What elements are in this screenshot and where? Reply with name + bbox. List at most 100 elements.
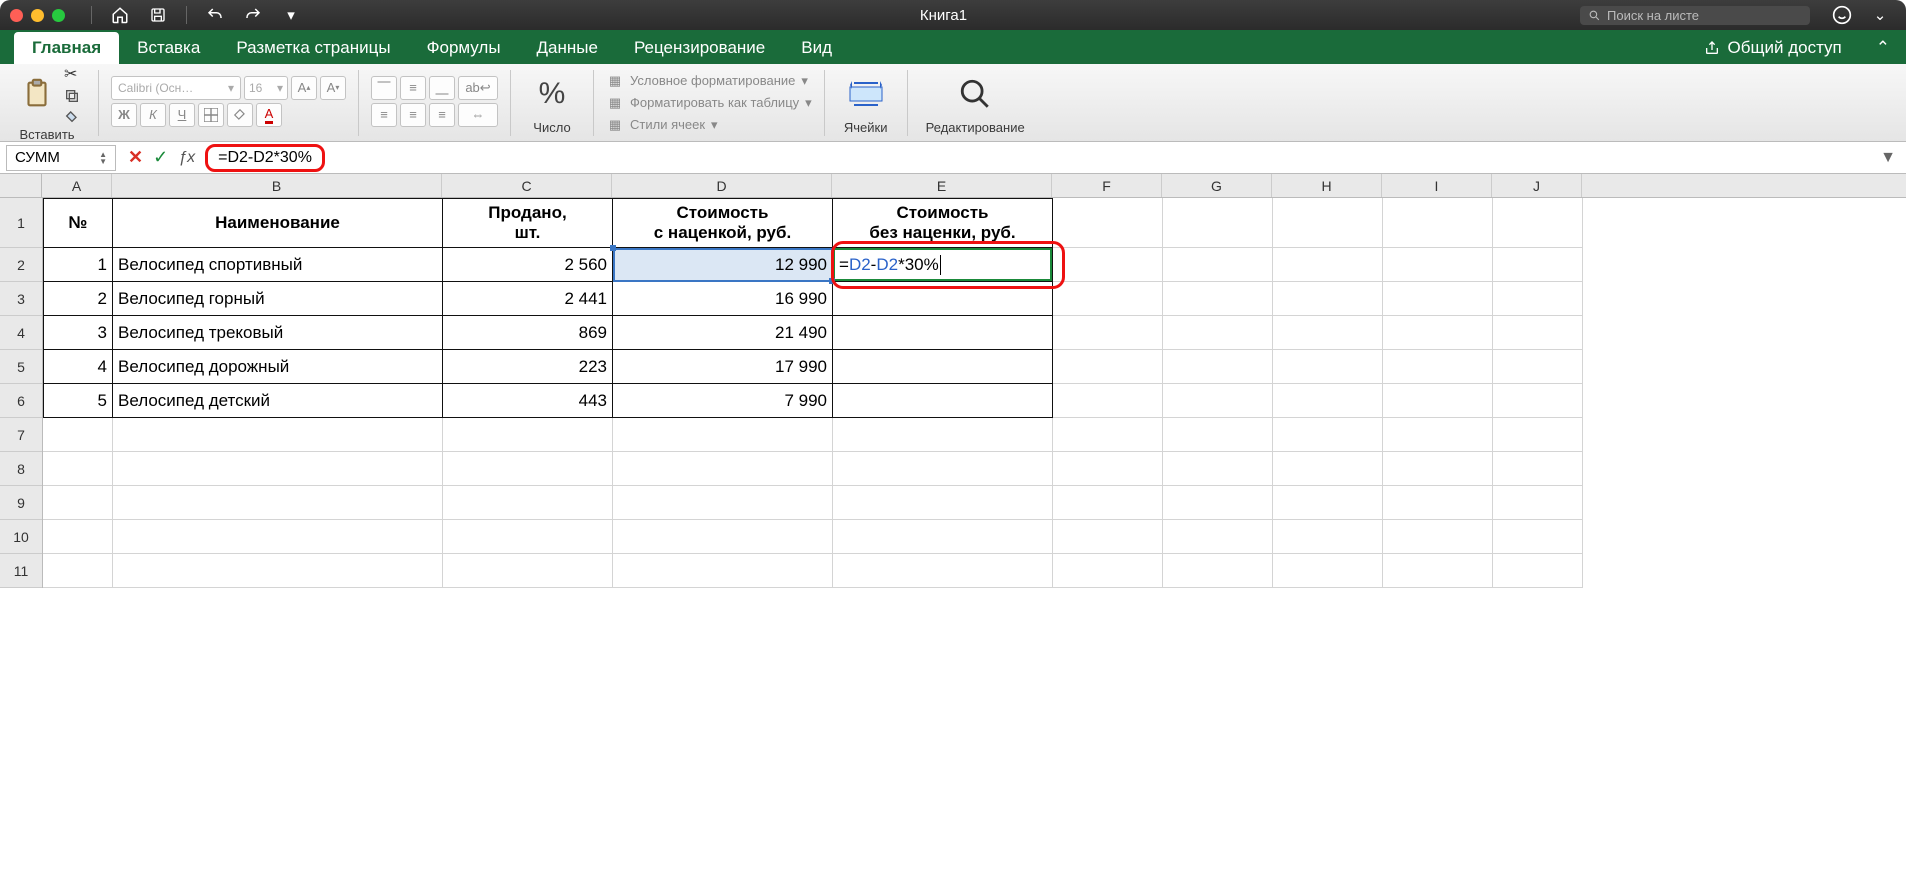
cell-D2[interactable]: 12 990 <box>613 248 833 282</box>
cell-I3[interactable] <box>1383 282 1493 316</box>
cell-D4[interactable]: 21 490 <box>613 316 833 350</box>
tab-formulas[interactable]: Формулы <box>409 32 519 64</box>
cell-A9[interactable] <box>43 486 113 520</box>
cell-G1[interactable] <box>1163 198 1273 248</box>
cell-A10[interactable] <box>43 520 113 554</box>
cell-E10[interactable] <box>833 520 1053 554</box>
cell-E8[interactable] <box>833 452 1053 486</box>
conditional-formatting-button[interactable]: ▦Условное форматирование ▾ <box>606 72 812 90</box>
cell-A7[interactable] <box>43 418 113 452</box>
cell-A6[interactable]: 5 <box>43 384 113 418</box>
cell-I1[interactable] <box>1383 198 1493 248</box>
cell-H8[interactable] <box>1273 452 1383 486</box>
search-box[interactable]: Поиск на листе <box>1580 6 1810 25</box>
col-E[interactable]: E <box>832 174 1052 197</box>
col-F[interactable]: F <box>1052 174 1162 197</box>
row-4-header[interactable]: 4 <box>0 316 42 350</box>
row-9-header[interactable]: 9 <box>0 486 42 520</box>
cell-E2[interactable]: =D2-D2*30% <box>833 248 1053 282</box>
cell-C9[interactable] <box>443 486 613 520</box>
cell-C2[interactable]: 2 560 <box>443 248 613 282</box>
header-discount[interactable]: Стоимость без наценки, руб. <box>833 198 1053 248</box>
share-button[interactable]: Общий доступ <box>1686 32 1860 64</box>
row-8-header[interactable]: 8 <box>0 452 42 486</box>
cell-F5[interactable] <box>1053 350 1163 384</box>
cell-D9[interactable] <box>613 486 833 520</box>
cell-E7[interactable] <box>833 418 1053 452</box>
collapse-ribbon-icon[interactable]: ⌃ <box>1860 32 1906 64</box>
cell-H1[interactable] <box>1273 198 1383 248</box>
tab-page-layout[interactable]: Разметка страницы <box>218 32 408 64</box>
cell-C6[interactable]: 443 <box>443 384 613 418</box>
cell-F1[interactable] <box>1053 198 1163 248</box>
decrease-font-icon[interactable]: A▾ <box>320 76 346 100</box>
cell-H5[interactable] <box>1273 350 1383 384</box>
col-D[interactable]: D <box>612 174 832 197</box>
name-box-spinner-icon[interactable]: ▲▼ <box>99 151 107 165</box>
formula-input[interactable]: =D2-D2*30% <box>205 144 325 172</box>
accept-formula-icon[interactable]: ✓ <box>153 147 168 168</box>
cell-D8[interactable] <box>613 452 833 486</box>
cell-B6[interactable]: Велосипед детский <box>113 384 443 418</box>
cell-J5[interactable] <box>1493 350 1583 384</box>
cell-B8[interactable] <box>113 452 443 486</box>
cell-C11[interactable] <box>443 554 613 588</box>
cell-A4[interactable]: 3 <box>43 316 113 350</box>
cells-button[interactable] <box>843 71 889 117</box>
cell-A11[interactable] <box>43 554 113 588</box>
col-I[interactable]: I <box>1382 174 1492 197</box>
row-2-header[interactable]: 2 <box>0 248 42 282</box>
cell-D6[interactable]: 7 990 <box>613 384 833 418</box>
header-price[interactable]: Стоимость с наценкой, руб. <box>613 198 833 248</box>
name-box[interactable]: СУММ ▲▼ <box>6 145 116 171</box>
row-3-header[interactable]: 3 <box>0 282 42 316</box>
increase-font-icon[interactable]: A▴ <box>291 76 317 100</box>
cell-H7[interactable] <box>1273 418 1383 452</box>
cell-C5[interactable]: 223 <box>443 350 613 384</box>
cell-G6[interactable] <box>1163 384 1273 418</box>
cell-G3[interactable] <box>1163 282 1273 316</box>
cell-C7[interactable] <box>443 418 613 452</box>
cell-J2[interactable] <box>1493 248 1583 282</box>
align-bottom-icon[interactable]: ⎽ <box>429 76 455 100</box>
cell-D3[interactable]: 16 990 <box>613 282 833 316</box>
italic-button[interactable]: К <box>140 103 166 127</box>
row-5-header[interactable]: 5 <box>0 350 42 384</box>
chevron-down-icon[interactable]: ⌄ <box>1868 3 1892 27</box>
cell-G9[interactable] <box>1163 486 1273 520</box>
underline-button[interactable]: Ч <box>169 103 195 127</box>
cell-I11[interactable] <box>1383 554 1493 588</box>
row-1-header[interactable]: 1 <box>0 198 42 248</box>
cell-I10[interactable] <box>1383 520 1493 554</box>
cell-I5[interactable] <box>1383 350 1493 384</box>
font-color-icon[interactable]: A <box>256 103 282 127</box>
cell-E9[interactable] <box>833 486 1053 520</box>
cell-A2[interactable]: 1 <box>43 248 113 282</box>
cell-G10[interactable] <box>1163 520 1273 554</box>
cell-A8[interactable] <box>43 452 113 486</box>
cell-F9[interactable] <box>1053 486 1163 520</box>
bold-button[interactable]: Ж <box>111 103 137 127</box>
row-7-header[interactable]: 7 <box>0 418 42 452</box>
header-name[interactable]: Наименование <box>113 198 443 248</box>
font-size-select[interactable]: 16▾ <box>244 76 288 100</box>
cell-E4[interactable] <box>833 316 1053 350</box>
cell-J1[interactable] <box>1493 198 1583 248</box>
cell-G4[interactable] <box>1163 316 1273 350</box>
cell-F8[interactable] <box>1053 452 1163 486</box>
cut-icon[interactable]: ✂ <box>64 64 80 84</box>
expand-formula-bar-icon[interactable]: ▼ <box>1870 149 1906 167</box>
fx-icon[interactable]: ƒx <box>178 149 195 167</box>
minimize-window-button[interactable] <box>31 9 44 22</box>
redo-icon[interactable] <box>241 3 265 27</box>
feedback-icon[interactable] <box>1830 3 1854 27</box>
cell-D10[interactable] <box>613 520 833 554</box>
cell-C10[interactable] <box>443 520 613 554</box>
cell-E3[interactable] <box>833 282 1053 316</box>
cell-F2[interactable] <box>1053 248 1163 282</box>
cell-C4[interactable]: 869 <box>443 316 613 350</box>
tab-review[interactable]: Рецензирование <box>616 32 783 64</box>
borders-icon[interactable] <box>198 103 224 127</box>
cell-J9[interactable] <box>1493 486 1583 520</box>
align-right-icon[interactable]: ≡ <box>429 103 455 127</box>
